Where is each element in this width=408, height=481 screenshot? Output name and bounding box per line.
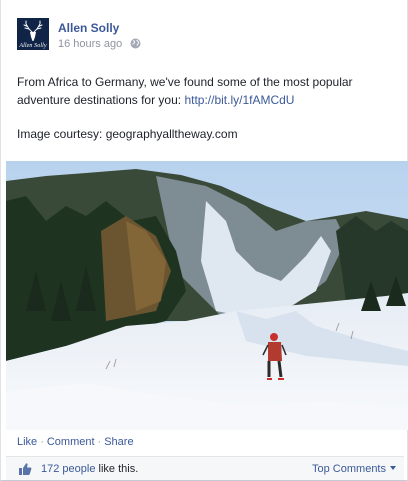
top-comments-dropdown[interactable]: Top Comments [312, 463, 396, 475]
likes-bar: 172 people like this. Top Comments [6, 456, 404, 480]
chevron-down-icon [390, 466, 396, 470]
like-link[interactable]: Like [17, 436, 37, 448]
post-photo[interactable] [6, 161, 408, 430]
post-meta: 16 hours ago [58, 38, 141, 50]
likes-count-link[interactable]: 172 people [41, 463, 95, 475]
timestamp[interactable]: 16 hours ago [58, 38, 122, 50]
message-link[interactable]: http://bit.ly/1fAMCdU [184, 93, 294, 107]
top-comments-label: Top Comments [312, 463, 386, 475]
snow-mountain-hiker-image [6, 161, 408, 430]
share-link[interactable]: Share [104, 436, 133, 448]
separator-dot: · [97, 436, 102, 448]
comment-link[interactable]: Comment [47, 436, 95, 448]
facebook-post: Allen Solly Allen Solly 16 hours ago Fro… [0, 0, 408, 481]
globe-icon[interactable] [130, 38, 141, 49]
post-header: Allen Solly Allen Solly 16 hours ago [17, 18, 397, 54]
separator-dot: · [40, 436, 44, 448]
avatar[interactable]: Allen Solly [17, 18, 49, 50]
post-actions: Like · Comment · Share [17, 436, 134, 448]
image-courtesy: Image courtesy: geographyalltheway.com [17, 127, 238, 141]
post-message: From Africa to Germany, we've found some… [17, 73, 397, 143]
avatar-brand-text: Allen Solly [19, 43, 47, 49]
thumbs-up-icon [19, 463, 32, 475]
message-text: From Africa to Germany, we've found some… [17, 73, 397, 109]
likes-summary: 172 people like this. [41, 463, 138, 475]
author-name[interactable]: Allen Solly [58, 21, 119, 35]
likes-suffix: like this. [95, 463, 139, 475]
